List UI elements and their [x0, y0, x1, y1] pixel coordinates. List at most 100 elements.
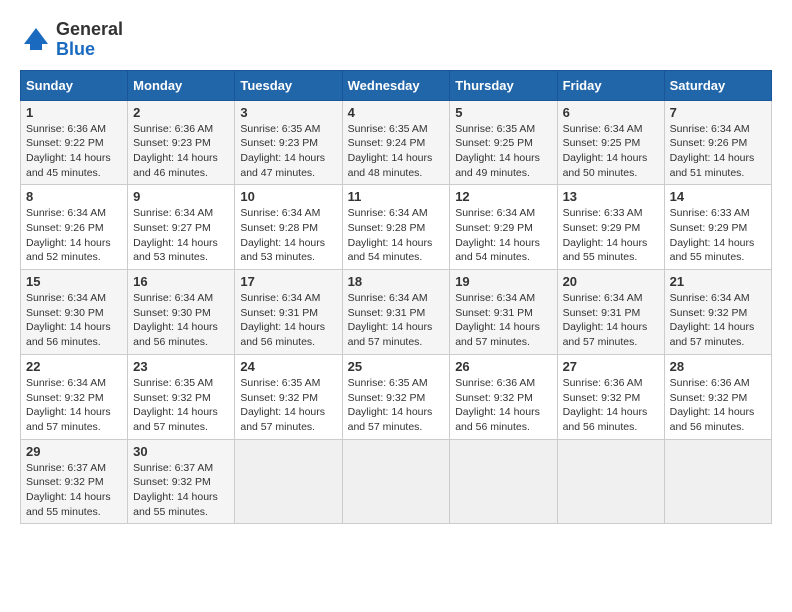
day-info: Sunrise: 6:34 AMSunset: 9:30 PMDaylight:… — [133, 291, 229, 350]
calendar-cell: 20 Sunrise: 6:34 AMSunset: 9:31 PMDayligh… — [557, 270, 664, 355]
calendar-cell: 19 Sunrise: 6:34 AMSunset: 9:31 PMDayligh… — [450, 270, 557, 355]
calendar-cell: 12Sunrise: 6:34 AMSunset: 9:29 PMDayligh… — [450, 185, 557, 270]
day-number: 17 — [240, 274, 336, 289]
day-number: 11 — [348, 189, 445, 204]
day-info: Sunrise: 6:33 AMSunset: 9:29 PMDaylight:… — [670, 206, 766, 265]
calendar-cell: 2Sunrise: 6:36 AMSunset: 9:23 PMDaylight… — [128, 100, 235, 185]
calendar-cell — [557, 439, 664, 524]
calendar-week-3: 15 Sunrise: 6:34 AMSunset: 9:30 PMDayligh… — [21, 270, 772, 355]
calendar-cell: 6 Sunrise: 6:34 AMSunset: 9:25 PMDaylight… — [557, 100, 664, 185]
day-info: Sunrise: 6:35 AMSunset: 9:32 PMDaylight:… — [133, 376, 229, 435]
header-monday: Monday — [128, 70, 235, 100]
day-info: Sunrise: 6:36 AMSunset: 9:32 PMDaylight:… — [455, 376, 551, 435]
calendar-cell: 23Sunrise: 6:35 AMSunset: 9:32 PMDayligh… — [128, 354, 235, 439]
calendar-cell: 16 Sunrise: 6:34 AMSunset: 9:30 PMDayligh… — [128, 270, 235, 355]
day-info: Sunrise: 6:34 AMSunset: 9:30 PMDaylight:… — [26, 291, 122, 350]
day-number: 28 — [670, 359, 766, 374]
day-info: Sunrise: 6:34 AMSunset: 9:26 PMDaylight:… — [26, 206, 122, 265]
day-number: 29 — [26, 444, 122, 459]
calendar-week-1: 1Sunrise: 6:36 AMSunset: 9:22 PMDaylight… — [21, 100, 772, 185]
calendar-cell: 30 Sunrise: 6:37 AMSunset: 9:32 PMDayligh… — [128, 439, 235, 524]
calendar-table: SundayMondayTuesdayWednesdayThursdayFrid… — [20, 70, 772, 525]
calendar-cell: 29 Sunrise: 6:37 AMSunset: 9:32 PMDayligh… — [21, 439, 128, 524]
calendar-cell: 8 Sunrise: 6:34 AMSunset: 9:26 PMDaylight… — [21, 185, 128, 270]
calendar-cell: 10 Sunrise: 6:34 AMSunset: 9:28 PMDayligh… — [235, 185, 342, 270]
day-info: Sunrise: 6:37 AMSunset: 9:32 PMDaylight:… — [26, 461, 122, 520]
day-number: 13 — [563, 189, 659, 204]
day-number: 26 — [455, 359, 551, 374]
calendar-cell — [664, 439, 771, 524]
day-number: 14 — [670, 189, 766, 204]
header-sunday: Sunday — [21, 70, 128, 100]
day-info: Sunrise: 6:35 AMSunset: 9:24 PMDaylight:… — [348, 122, 445, 181]
day-number: 21 — [670, 274, 766, 289]
calendar-cell: 27Sunrise: 6:36 AMSunset: 9:32 PMDayligh… — [557, 354, 664, 439]
logo-icon — [20, 24, 52, 56]
day-info: Sunrise: 6:35 AMSunset: 9:32 PMDaylight:… — [348, 376, 445, 435]
day-number: 20 — [563, 274, 659, 289]
day-number: 6 — [563, 105, 659, 120]
calendar-cell: 1Sunrise: 6:36 AMSunset: 9:22 PMDaylight… — [21, 100, 128, 185]
day-number: 2 — [133, 105, 229, 120]
day-info: Sunrise: 6:34 AMSunset: 9:27 PMDaylight:… — [133, 206, 229, 265]
calendar-week-4: 22 Sunrise: 6:34 AMSunset: 9:32 PMDayligh… — [21, 354, 772, 439]
calendar-cell — [450, 439, 557, 524]
day-number: 18 — [348, 274, 445, 289]
day-number: 30 — [133, 444, 229, 459]
day-number: 10 — [240, 189, 336, 204]
logo-general-text: General — [56, 19, 123, 39]
day-number: 7 — [670, 105, 766, 120]
day-number: 9 — [133, 189, 229, 204]
calendar-cell: 22 Sunrise: 6:34 AMSunset: 9:32 PMDayligh… — [21, 354, 128, 439]
calendar-cell: 28 Sunrise: 6:36 AMSunset: 9:32 PMDayligh… — [664, 354, 771, 439]
calendar-week-5: 29 Sunrise: 6:37 AMSunset: 9:32 PMDayligh… — [21, 439, 772, 524]
logo-blue-text: Blue — [56, 39, 95, 59]
day-info: Sunrise: 6:37 AMSunset: 9:32 PMDaylight:… — [133, 461, 229, 520]
day-info: Sunrise: 6:34 AMSunset: 9:31 PMDaylight:… — [348, 291, 445, 350]
day-number: 8 — [26, 189, 122, 204]
day-number: 16 — [133, 274, 229, 289]
day-number: 19 — [455, 274, 551, 289]
calendar-cell: 7Sunrise: 6:34 AMSunset: 9:26 PMDaylight… — [664, 100, 771, 185]
day-number: 1 — [26, 105, 122, 120]
header-saturday: Saturday — [664, 70, 771, 100]
logo: General Blue — [20, 20, 123, 60]
calendar-cell: 4 Sunrise: 6:35 AMSunset: 9:24 PMDaylight… — [342, 100, 450, 185]
calendar-cell: 9 Sunrise: 6:34 AMSunset: 9:27 PMDaylight… — [128, 185, 235, 270]
day-info: Sunrise: 6:34 AMSunset: 9:28 PMDaylight:… — [240, 206, 336, 265]
header-wednesday: Wednesday — [342, 70, 450, 100]
day-info: Sunrise: 6:34 AMSunset: 9:31 PMDaylight:… — [240, 291, 336, 350]
calendar-cell: 13Sunrise: 6:33 AMSunset: 9:29 PMDayligh… — [557, 185, 664, 270]
day-info: Sunrise: 6:34 AMSunset: 9:28 PMDaylight:… — [348, 206, 445, 265]
day-info: Sunrise: 6:35 AMSunset: 9:23 PMDaylight:… — [240, 122, 336, 181]
day-info: Sunrise: 6:35 AMSunset: 9:32 PMDaylight:… — [240, 376, 336, 435]
calendar-cell: 14 Sunrise: 6:33 AMSunset: 9:29 PMDayligh… — [664, 185, 771, 270]
day-number: 4 — [348, 105, 445, 120]
page-header: General Blue — [20, 20, 772, 60]
calendar-cell: 3 Sunrise: 6:35 AMSunset: 9:23 PMDaylight… — [235, 100, 342, 185]
calendar-cell: 18 Sunrise: 6:34 AMSunset: 9:31 PMDayligh… — [342, 270, 450, 355]
calendar-cell — [342, 439, 450, 524]
calendar-cell: 21 Sunrise: 6:34 AMSunset: 9:32 PMDayligh… — [664, 270, 771, 355]
header-tuesday: Tuesday — [235, 70, 342, 100]
day-info: Sunrise: 6:34 AMSunset: 9:25 PMDaylight:… — [563, 122, 659, 181]
day-number: 15 — [26, 274, 122, 289]
day-number: 3 — [240, 105, 336, 120]
day-number: 25 — [348, 359, 445, 374]
day-info: Sunrise: 6:34 AMSunset: 9:29 PMDaylight:… — [455, 206, 551, 265]
day-info: Sunrise: 6:34 AMSunset: 9:31 PMDaylight:… — [455, 291, 551, 350]
day-number: 22 — [26, 359, 122, 374]
day-info: Sunrise: 6:34 AMSunset: 9:32 PMDaylight:… — [670, 291, 766, 350]
calendar-cell: 11 Sunrise: 6:34 AMSunset: 9:28 PMDayligh… — [342, 185, 450, 270]
calendar-cell: 25 Sunrise: 6:35 AMSunset: 9:32 PMDayligh… — [342, 354, 450, 439]
day-number: 24 — [240, 359, 336, 374]
header-row: SundayMondayTuesdayWednesdayThursdayFrid… — [21, 70, 772, 100]
day-info: Sunrise: 6:34 AMSunset: 9:31 PMDaylight:… — [563, 291, 659, 350]
header-thursday: Thursday — [450, 70, 557, 100]
day-info: Sunrise: 6:34 AMSunset: 9:32 PMDaylight:… — [26, 376, 122, 435]
calendar-cell: 24 Sunrise: 6:35 AMSunset: 9:32 PMDayligh… — [235, 354, 342, 439]
day-info: Sunrise: 6:36 AMSunset: 9:32 PMDaylight:… — [670, 376, 766, 435]
day-number: 27 — [563, 359, 659, 374]
calendar-cell — [235, 439, 342, 524]
calendar-cell: 5Sunrise: 6:35 AMSunset: 9:25 PMDaylight… — [450, 100, 557, 185]
